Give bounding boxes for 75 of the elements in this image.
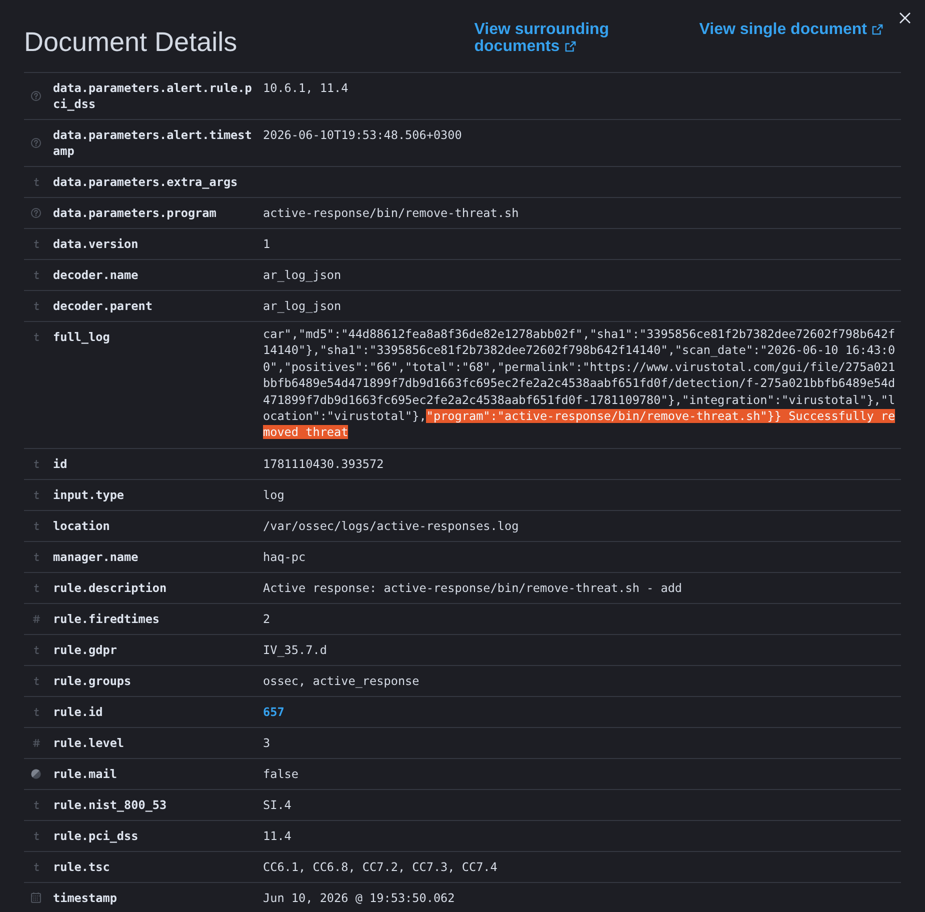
field-value: 2026-06-10T19:53:48.506+0300 — [263, 128, 462, 142]
field-value: 1781110430.393572 — [263, 456, 384, 471]
text-type-icon — [34, 522, 38, 530]
field-name: decoder.name — [53, 267, 138, 283]
field-name: manager.name — [53, 548, 138, 565]
question-circle-icon — [31, 138, 41, 148]
text-type-icon — [34, 646, 38, 654]
field-name: rule.groups — [53, 672, 132, 689]
header-link[interactable]: View single document — [699, 21, 883, 38]
field-name: decoder.parent — [53, 298, 152, 314]
field-name: rule.pci_dss — [53, 828, 138, 844]
text-type-icon — [34, 240, 38, 248]
field-value: CC6.1, CC6.8, CC7.2, CC7.3, CC7.4 — [263, 860, 498, 874]
calendar-icon — [31, 892, 41, 904]
field-name: rule.description — [53, 580, 167, 596]
text-type-icon — [34, 271, 38, 279]
field-value: active-response/bin/remove-threat.sh — [263, 206, 519, 220]
field-name: data.version — [53, 236, 138, 252]
field-name: location — [53, 518, 110, 534]
field-name: data.parameters.alert.timestamp — [53, 127, 253, 159]
field-value: 11.4 — [263, 828, 292, 843]
text-type-icon — [34, 333, 38, 341]
field-value: log — [263, 488, 284, 502]
field-name: rule.firedtimes — [53, 610, 160, 627]
field-value: false — [263, 766, 299, 781]
text-type-icon — [34, 584, 38, 592]
field-name: rule.tsc — [53, 858, 110, 875]
field-value: haq-pc — [263, 550, 306, 564]
field-value: ar_log_json — [263, 268, 342, 282]
question-circle-icon — [31, 208, 41, 218]
field-name: data.parameters.extra_args — [53, 174, 238, 190]
field-name: rule.id — [53, 704, 103, 720]
field-name: rule.mail — [53, 766, 117, 782]
field-value: SI.4 — [263, 798, 292, 812]
field-name: rule.level — [53, 734, 124, 751]
field-name: id — [53, 456, 68, 472]
text-type-icon — [34, 178, 38, 186]
field-value: 1 — [263, 237, 270, 251]
field-name: timestamp — [53, 890, 117, 906]
value-link[interactable]: 657 — [263, 704, 284, 719]
field-name: input.type — [53, 486, 124, 503]
field-value: 3 — [263, 736, 270, 750]
text-type-icon — [34, 676, 38, 685]
external-link-icon — [564, 41, 576, 52]
field-value: Jun 10, 2026 @ 19:53:50.062 — [263, 890, 455, 905]
field-name: full_log — [53, 329, 110, 345]
text-type-icon — [34, 832, 38, 840]
field-value: ossec, active_response — [263, 674, 420, 688]
text-type-icon — [34, 862, 38, 871]
field-value: 2 — [263, 612, 270, 626]
text-type-icon — [34, 800, 38, 809]
field-name: rule.gdpr — [53, 642, 117, 658]
hash-icon — [32, 738, 40, 747]
hash-icon — [32, 614, 40, 623]
text-type-icon — [34, 552, 38, 561]
question-circle-icon — [31, 91, 41, 101]
half-filled-circle-icon — [31, 768, 41, 779]
text-type-icon — [34, 708, 38, 716]
field-value: IV_35.7.d — [263, 642, 327, 657]
field-name: data.parameters.alert.rule.pci_dss — [53, 80, 253, 112]
text-type-icon — [34, 460, 38, 468]
log-text: car","md5":"44d88612fea8a8f36de82e1278abb02f","sha1":"3395856ce81f2b7382dee72602f798b642f14140"},"sha1":"3395856ce81f2b7382dee72602f798b642f14140","scan_date":"2026-06-10 16:43:00","positives":"66","total":"68","permalink":"https://www.virustotal.com/gui/file/275a021bbfb6489e54d471899f7db9d1663fc695ec2fe2a2c4538aabf651fd0f/detection/f-275a021bbfb6489e54d471899f7db9d1663fc695ec2fe2a2c4538aabf651fd0f-1781109780"},"integration":"virustotal"},"location":"virustotal"},"program":"active-response/bin/remove-threat.sh"}} Successfully removed threat — [263, 326, 896, 441]
close-button[interactable] — [899, 12, 911, 24]
text-type-icon — [34, 490, 38, 499]
field-value: Active response: active-response/bin/remove-threat.sh - add — [263, 580, 682, 595]
field-value: 10.6.1, 11.4 — [263, 81, 348, 95]
flyout-title: Document Details — [24, 26, 238, 58]
text-type-icon — [34, 302, 38, 310]
close-icon — [899, 12, 911, 24]
header-link[interactable]: View surrounding documents — [474, 21, 634, 55]
field-value: ar_log_json — [263, 299, 342, 313]
field-name: rule.nist_800_53 — [53, 796, 167, 813]
field-name: data.parameters.program — [53, 205, 216, 221]
external-link-icon — [872, 24, 883, 35]
field-value: /var/ossec/logs/active-responses.log — [263, 518, 519, 533]
